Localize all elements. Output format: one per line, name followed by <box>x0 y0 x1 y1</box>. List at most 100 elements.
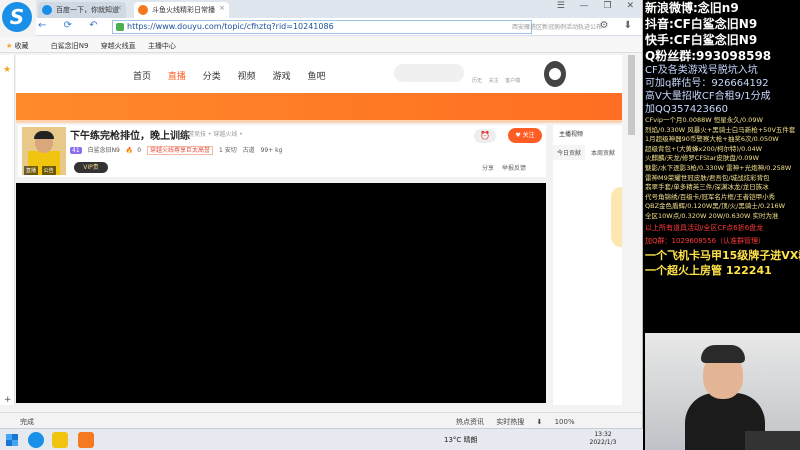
overlay-line: 翡翠手套/单多精英三件/深渊冰龙/龙日族冰 <box>645 183 769 192</box>
star-icon: ★ <box>6 42 13 50</box>
tab-baidu[interactable]: 百度一下，你就知道 × <box>38 2 126 18</box>
date: 2022/1/3 <box>589 439 617 446</box>
status-text: 完成 <box>20 418 34 426</box>
tab-label: 斗鱼火线精彩日常播 <box>152 6 215 14</box>
lock-icon <box>116 23 124 31</box>
overlay-line: 一个超火上房管 122241 <box>645 263 772 277</box>
douyu-favicon-icon <box>138 5 148 15</box>
menu-home[interactable]: 首页 <box>133 72 151 82</box>
bookmark-item[interactable]: 主播中心 <box>148 42 176 50</box>
header-links: 历史 关注 客户端 <box>472 77 525 84</box>
follow-button[interactable]: ♥ 关注 <box>508 128 542 143</box>
overlay-line: 烈焰/0.330W 风暴火+黑骑士白马新枪+50V五件套 <box>645 125 796 134</box>
follow-link[interactable]: 关注 <box>489 78 499 84</box>
baidu-favicon-icon <box>42 5 52 15</box>
vip-button[interactable]: VIP贵 <box>74 162 108 173</box>
room-category[interactable]: 网游竞技 • 穿越火线 • <box>182 129 243 138</box>
sogou-browser-logo[interactable]: S <box>2 2 32 32</box>
scroll-thumb[interactable] <box>628 55 635 135</box>
screen: S 百度一下，你就知道 × 斗鱼火线精彩日常播 × ☰ — ❐ ✕ ← ⟳ ↶ … <box>0 0 800 450</box>
menu-game[interactable]: 游戏 <box>273 72 291 82</box>
video-player[interactable] <box>16 183 546 403</box>
app-taskbar-icon[interactable] <box>78 432 94 448</box>
site-header: 首页 直播 分类 视频 游戏 鱼吧 历史 关注 客户端 <box>16 55 638 93</box>
clock[interactable]: 13:32 2022/1/3 <box>586 431 620 447</box>
menu-video[interactable]: 视频 <box>238 72 256 82</box>
douyu-page: 首页 直播 分类 视频 游戏 鱼吧 历史 关注 客户端 直播 公告 下午练完枪排… <box>16 55 638 405</box>
favorites-star-icon[interactable]: ★ <box>3 65 11 75</box>
overlay-line: CF及各类游戏号脱坑入坑 <box>645 65 758 76</box>
banner-divider <box>16 120 638 123</box>
overlay-line: 新浪微博:念旧n9 <box>645 1 739 15</box>
tab-week[interactable]: 本周贡献 <box>587 145 619 160</box>
avatar-tags: 直播 公告 <box>24 166 64 175</box>
overlay-line: 魅影/水下逐影3枪/0.330W 雷神+光炮神/0.258W <box>645 163 792 172</box>
overlay-line: 代号角锦绣/百级卡/冠军名片框/王者铠甲小秀 <box>645 192 776 201</box>
room-meta: 41 白鲨念旧N9 🔥 0 穿越火线尊享巨太高誉 1 安切 古道 99+ kg <box>70 145 350 155</box>
room-title: 下午练完枪排位，晚上训练 <box>70 131 190 142</box>
honor-tag[interactable]: 穿越火线尊享巨太高誉 <box>147 146 214 155</box>
share-button[interactable]: 分享 <box>482 165 494 172</box>
share-bar: 分享 举报反馈 <box>482 163 532 172</box>
sogou-taskbar-icon[interactable] <box>28 432 44 448</box>
cam-person-hair <box>701 345 745 363</box>
bookmark-item[interactable]: 穿越火线直 <box>101 42 136 50</box>
hot-news[interactable]: 热点资讯 <box>456 418 484 426</box>
add-icon[interactable]: + <box>4 395 12 405</box>
client-link[interactable]: 客户端 <box>505 78 520 84</box>
download-icon[interactable]: ⬇ <box>536 418 542 426</box>
windows-start-icon[interactable] <box>6 434 18 446</box>
overlay-line: 加QQ357423660 <box>645 104 729 115</box>
promo-banner[interactable] <box>16 93 638 120</box>
level-badge: 41 <box>70 147 82 154</box>
news-hint[interactable]: 西安雁塔区新冠病例活动轨迹公布 <box>512 22 602 31</box>
tag-notice[interactable]: 公告 <box>41 166 56 175</box>
overlay-line: 快手:CF白鲨念旧N9 <box>645 33 758 47</box>
tab-close-icon[interactable]: × <box>116 4 122 12</box>
time: 13:32 <box>594 431 612 438</box>
alarm-icon[interactable]: ⏰ <box>474 129 496 143</box>
menu-category[interactable]: 分类 <box>203 72 221 82</box>
url-text: https://www.douyu.com/topic/cfhztq?rid=1… <box>127 22 334 31</box>
bookmark-favorites[interactable]: ★ 收藏 <box>6 42 39 50</box>
overlay-line: 一个飞机卡马甲15级牌子进VX群 <box>645 248 800 262</box>
side-panel: ★ + <box>0 55 15 405</box>
overlay-line: 火麒麟/天龙/修罗CFStar皮肤盘/0.09W <box>645 154 759 163</box>
overlay-line: 1月超级神器90币警察大枪+抽奖6次/0.050W <box>645 135 779 144</box>
scrollbar[interactable] <box>622 53 642 410</box>
toolbar-icons[interactable]: ⚙ ⬇ <box>599 20 638 31</box>
tab-label: 百度一下，你就知道 <box>56 6 119 14</box>
menu-live[interactable]: 直播 <box>168 72 186 82</box>
report-button[interactable]: 举报反馈 <box>502 165 526 172</box>
tab-douyu[interactable]: 斗鱼火线精彩日常播 × <box>134 2 229 18</box>
avatar-hair <box>34 131 54 139</box>
anchor-video-title[interactable]: 主播视频 <box>559 129 583 138</box>
search-input[interactable] <box>394 64 464 82</box>
history-link[interactable]: 历史 <box>472 78 482 84</box>
bookmarks-bar: ★ 收藏 白鲨念旧N9 穿越火线直 主播中心 <box>0 37 642 53</box>
app-taskbar-icon[interactable] <box>52 432 68 448</box>
overlay-line: 高V大量招收CF合租9/1分成 <box>645 91 771 102</box>
status-right: 热点资讯 实时热搜 ⬇ 100% <box>456 417 585 427</box>
status-bar: 完成 热点资讯 实时热搜 ⬇ 100% <box>0 412 642 428</box>
overlay-line: 加Q群：1029608556（认准群管理） <box>645 236 766 245</box>
tab-today[interactable]: 今日贡献 <box>553 145 586 160</box>
streamer-avatar[interactable]: 直播 公告 <box>22 127 66 175</box>
hot-search[interactable]: 实时热搜 <box>496 418 524 426</box>
overlay-line: QBZ金色盾辉/0.120W黑/顶/火/黑骑士/0.216W <box>645 202 786 211</box>
zoom-level[interactable]: 100% <box>555 418 575 426</box>
weather[interactable]: 13°C 晴朗 <box>444 435 478 445</box>
cam-keyboard <box>745 431 800 450</box>
tab-strip: 百度一下，你就知道 × 斗鱼火线精彩日常播 × ☰ — ❐ ✕ <box>36 0 642 18</box>
window-controls[interactable]: ☰ — ❐ ✕ <box>557 1 640 11</box>
overlay-line: 抖音:CF白鲨念旧N9 <box>645 17 758 31</box>
user-avatar[interactable] <box>544 61 566 87</box>
tab-close-icon[interactable]: × <box>219 4 225 12</box>
fire-icon: 🔥 <box>125 147 134 154</box>
anchor-name[interactable]: 白鲨念旧N9 <box>88 147 120 154</box>
address-bar[interactable]: https://www.douyu.com/topic/cfhztq?rid=1… <box>112 20 532 34</box>
overlay-line: 以上所有道具活动/全区CF点6折6盘龙 <box>645 223 764 232</box>
menu-yuba[interactable]: 鱼吧 <box>307 72 325 82</box>
tag-live[interactable]: 直播 <box>24 166 39 175</box>
bookmark-item[interactable]: 白鲨念旧N9 <box>51 42 89 50</box>
